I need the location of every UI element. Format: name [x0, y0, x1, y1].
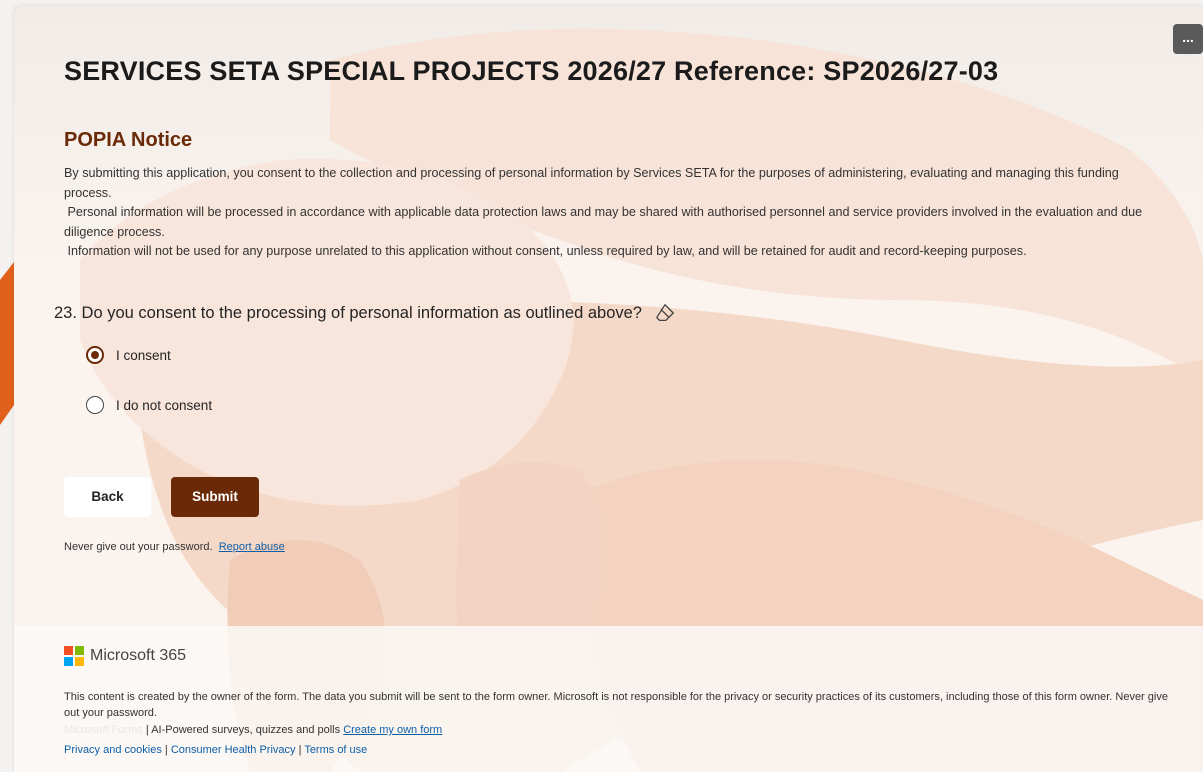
submit-button[interactable]: Submit [171, 477, 259, 517]
question-title: 23. Do you consent to the processing of … [54, 302, 676, 324]
forms-brand-label: Microsoft Forms [64, 724, 143, 736]
forms-tagline: | AI-Powered surveys, quizzes and polls [142, 724, 344, 736]
password-note-text: Never give out your password. [64, 541, 213, 553]
report-abuse-link[interactable]: Report abuse [219, 541, 285, 553]
option-i-do-not-consent[interactable]: I do not consent [86, 396, 212, 414]
microsoft-365-brand: Microsoft 365 [64, 646, 186, 666]
footer-links: Privacy and cookies | Consumer Health Pr… [64, 744, 367, 756]
popia-notice-text: By submitting this application, you cons… [64, 164, 1169, 262]
option-i-consent[interactable]: I consent [86, 346, 171, 364]
option-label: I consent [116, 347, 171, 363]
microsoft-logo-icon [64, 646, 84, 666]
radio-button[interactable] [86, 396, 104, 414]
link-separator: | [295, 744, 305, 756]
notice-paragraph: By submitting this application, you cons… [64, 166, 1119, 200]
eraser-icon[interactable] [654, 302, 676, 324]
password-warning: Never give out your password. Report abu… [64, 541, 285, 553]
consumer-health-privacy-link[interactable]: Consumer Health Privacy [171, 744, 296, 756]
privacy-cookies-link[interactable]: Privacy and cookies [64, 744, 162, 756]
link-separator: | [161, 744, 171, 756]
create-form-link[interactable]: Create my own form [343, 724, 442, 736]
radio-button-selected[interactable] [86, 346, 104, 364]
footer-forms-line: Microsoft Forms | AI-Powered surveys, qu… [64, 724, 442, 736]
brand-label: Microsoft 365 [90, 647, 187, 664]
question-text: Do you consent to the processing of pers… [81, 303, 642, 322]
back-button[interactable]: Back [64, 477, 151, 517]
footer-disclaimer: This content is created by the owner of … [64, 691, 1168, 719]
notice-paragraph: Personal information will be processed i… [64, 205, 1146, 239]
terms-of-use-link[interactable]: Terms of use [304, 744, 367, 756]
section-heading: POPIA Notice [64, 129, 193, 151]
more-options-button[interactable]: ... [1173, 24, 1203, 54]
form-title: SERVICES SETA SPECIAL PROJECTS 2026/27 R… [64, 56, 999, 86]
option-label: I do not consent [116, 397, 213, 413]
question-number: 23. [54, 303, 77, 322]
notice-paragraph: Information will not be used for any pur… [64, 244, 1027, 259]
